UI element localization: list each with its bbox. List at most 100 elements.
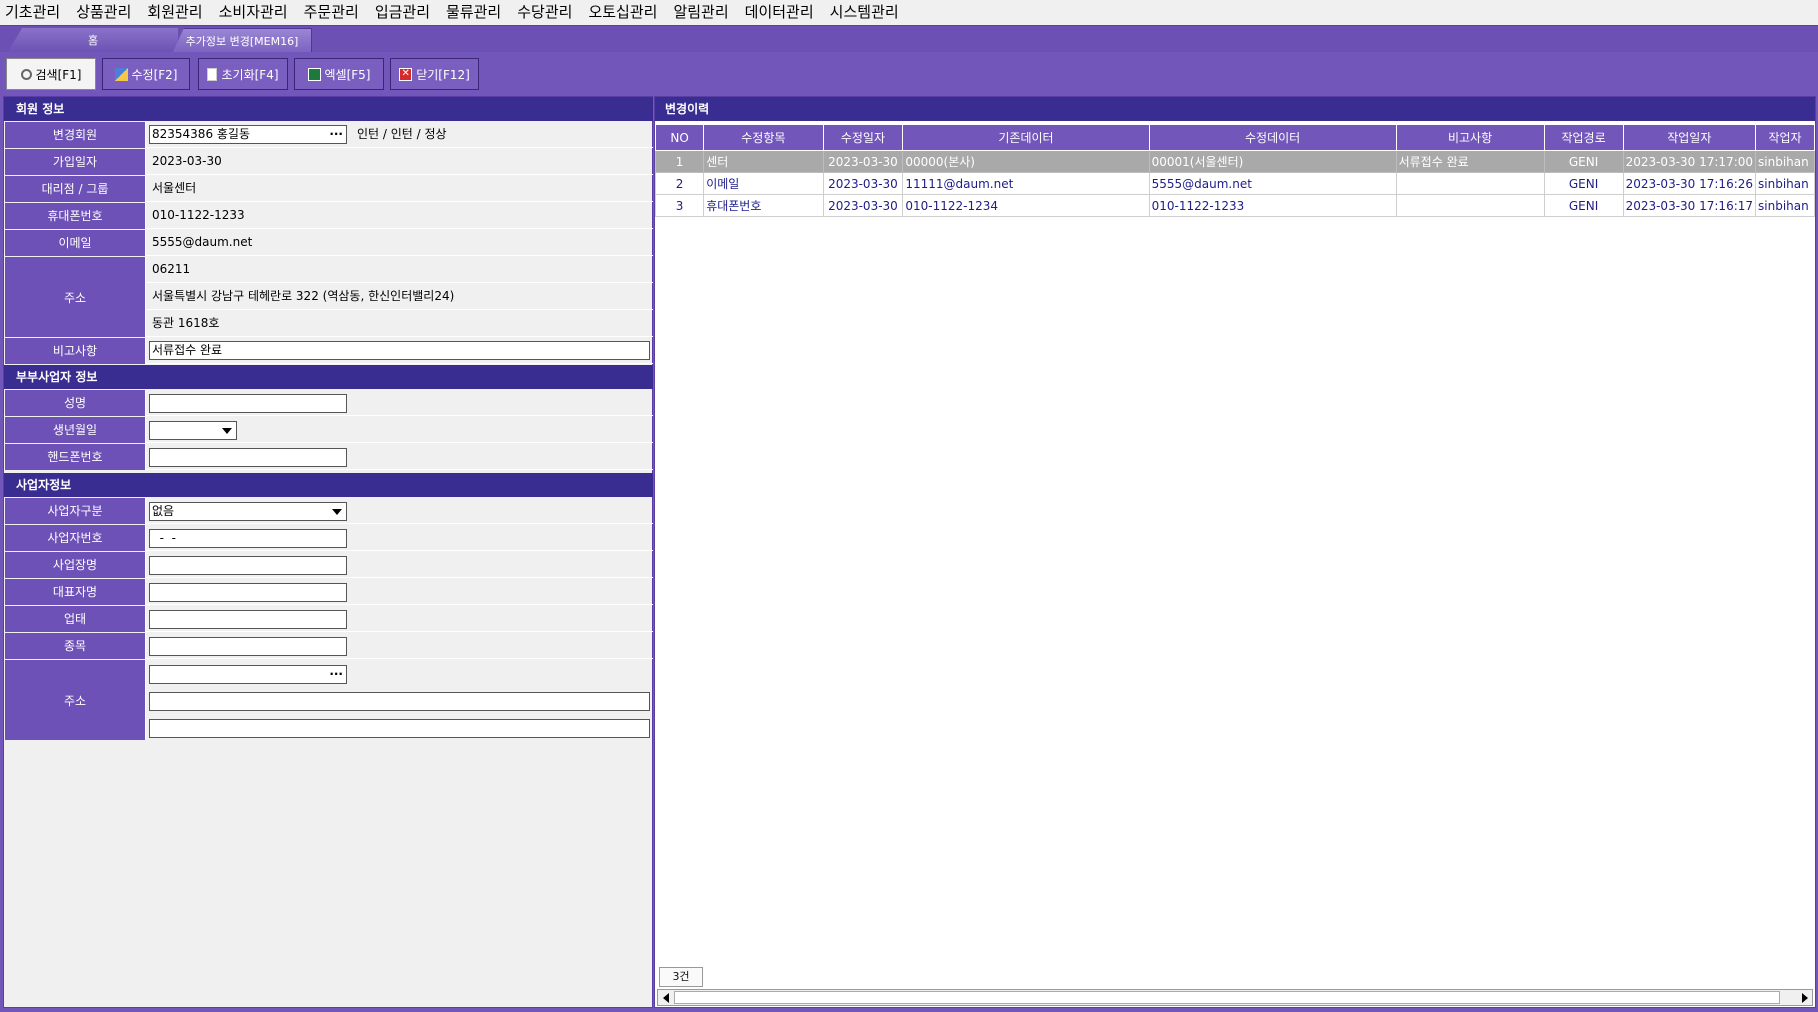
- table-row[interactable]: 2 이메일 2023-03-30 11111@daum.net 5555@dau…: [654, 172, 1815, 195]
- search-button-label: 검색[F1]: [35, 67, 82, 82]
- label-biz-name: 사업장명: [5, 552, 146, 578]
- col-new[interactable]: 수정데이터: [1148, 124, 1397, 151]
- menu-consumer[interactable]: 소비자관리: [211, 0, 296, 25]
- label-agency: 대리점 / 그룹: [5, 176, 146, 202]
- menu-system[interactable]: 시스템관리: [822, 0, 907, 25]
- close-icon: ✕: [399, 67, 413, 81]
- cell-path: GENI: [1543, 194, 1624, 217]
- label-item: 종목: [5, 633, 146, 659]
- tab-home[interactable]: 홈: [8, 28, 178, 52]
- biz-number-input[interactable]: - -: [149, 529, 347, 548]
- menu-deposit[interactable]: 입금관리: [367, 0, 438, 25]
- menu-allowance[interactable]: 수당관리: [509, 0, 580, 25]
- cell-work-date: 2023-03-30 17:16:17: [1622, 194, 1757, 217]
- item-input[interactable]: [149, 637, 347, 656]
- menu-logistics[interactable]: 물류관리: [438, 0, 509, 25]
- spouse-section-title: 부부사업자 정보: [4, 365, 653, 389]
- zip-value: 06211: [152, 262, 191, 276]
- menu-basic[interactable]: 기초관리: [0, 0, 68, 25]
- menu-data[interactable]: 데이터관리: [737, 0, 822, 25]
- scroll-thumb[interactable]: [674, 991, 1780, 1004]
- menu-notification[interactable]: 알림관리: [665, 0, 736, 25]
- horizontal-scrollbar[interactable]: [657, 989, 1813, 1006]
- edit-button[interactable]: 수정[F2]: [102, 58, 190, 90]
- edit-button-label: 수정[F2]: [131, 67, 178, 82]
- cell-new: 00001(서울센터): [1148, 150, 1397, 173]
- edit-icon: [114, 67, 128, 81]
- history-header-row: NO 수정항목 수정일자 기존데이터 수정데이터 비고사항 작업경로 작업일자 …: [654, 124, 1815, 151]
- address1-value: 서울특별시 강남구 테헤란로 322 (역삼동, 한신인터밸리24): [152, 289, 455, 303]
- spouse-phone-input[interactable]: [149, 448, 347, 467]
- label-spouse-name: 성명: [5, 390, 146, 416]
- search-button[interactable]: 검색[F1]: [6, 58, 96, 90]
- excel-button[interactable]: 엑셀[F5]: [294, 58, 384, 90]
- scroll-right-icon[interactable]: [1797, 990, 1812, 1005]
- col-path[interactable]: 작업경로: [1543, 124, 1624, 151]
- biz-type-value: 없음: [152, 504, 175, 518]
- col-work-date[interactable]: 작업일자: [1622, 124, 1757, 151]
- spouse-name-input[interactable]: [149, 394, 347, 413]
- cell-no: 2: [654, 172, 705, 195]
- cell-path: GENI: [1543, 172, 1624, 195]
- biz-type-select[interactable]: 없음: [149, 502, 347, 521]
- row-agency: 대리점 / 그룹 서울센터: [4, 176, 653, 202]
- row-mobile: 휴대폰번호 010-1122-1233: [4, 203, 653, 229]
- col-old[interactable]: 기존데이터: [902, 124, 1150, 151]
- member-value: 82354386 홍길동: [152, 127, 251, 141]
- row-biz-number: 사업자번호 - -: [4, 525, 653, 551]
- col-worker[interactable]: 작업자: [1755, 124, 1815, 151]
- toolbar: 검색[F1] 수정[F2] 초기화[F4] 엑셀[F5] ✕ 닫기[F12]: [0, 52, 1818, 96]
- spouse-birth-select[interactable]: [149, 421, 237, 440]
- col-date[interactable]: 수정일자: [822, 124, 904, 151]
- col-item[interactable]: 수정항목: [703, 124, 824, 151]
- biz-zip-input[interactable]: ···: [149, 665, 347, 684]
- note-input[interactable]: 서류접수 완료: [149, 341, 650, 360]
- label-biz-number: 사업자번호: [5, 525, 146, 551]
- label-ceo: 대표자명: [5, 579, 146, 605]
- ellipsis-icon[interactable]: ···: [329, 126, 343, 143]
- biz-address2-input[interactable]: [149, 719, 650, 738]
- tab-strip: 홈 추가정보 변경[MEM16]: [0, 25, 1818, 54]
- cell-item: 이메일: [703, 172, 824, 195]
- ceo-input[interactable]: [149, 583, 347, 602]
- row-spouse-name: 성명: [4, 390, 653, 416]
- label-join-date: 가입일자: [5, 149, 146, 175]
- tab-additional-info[interactable]: 추가정보 변경[MEM16]: [172, 28, 312, 54]
- category-input[interactable]: [149, 610, 347, 629]
- label-biz-type: 사업자구분: [5, 498, 146, 524]
- row-biz-name: 사업장명: [4, 552, 653, 578]
- col-no[interactable]: NO: [654, 124, 705, 151]
- record-count: 3건: [659, 967, 703, 987]
- scroll-left-icon[interactable]: [658, 990, 673, 1005]
- table-row[interactable]: 1 센터 2023-03-30 00000(본사) 00001(서울센터) 서류…: [654, 150, 1815, 173]
- close-button[interactable]: ✕ 닫기[F12]: [390, 58, 479, 90]
- row-biz-type: 사업자구분 없음: [4, 498, 653, 524]
- menu-order[interactable]: 주문관리: [296, 0, 367, 25]
- label-spouse-phone: 핸드폰번호: [5, 444, 146, 470]
- magnifier-icon: [20, 68, 32, 80]
- row-zip: 06211: [146, 257, 653, 283]
- join-date-value: 2023-03-30: [152, 154, 222, 168]
- cell-note: 서류접수 완료: [1395, 150, 1545, 173]
- menu-bar: 기초관리 상품관리 회원관리 소비자관리 주문관리 입금관리 물류관리 수당관리…: [0, 0, 1818, 25]
- history-panel: 변경이력 NO 수정항목 수정일자 기존데이터 수정데이터 비고사항 작업경로 …: [654, 96, 1816, 1008]
- biz-address1-input[interactable]: [149, 692, 650, 711]
- col-note[interactable]: 비고사항: [1395, 124, 1545, 151]
- cell-worker: sinbihan: [1755, 150, 1815, 173]
- member-field[interactable]: 82354386 홍길동 ···: [149, 125, 347, 144]
- menu-member[interactable]: 회원관리: [139, 0, 210, 25]
- cell-no: 3: [654, 194, 705, 217]
- table-row[interactable]: 3 휴대폰번호 2023-03-30 010-1122-1234 010-112…: [654, 194, 1815, 217]
- reset-button-label: 초기화[F4]: [221, 67, 279, 82]
- mobile-value: 010-1122-1233: [152, 208, 245, 222]
- menu-autoship[interactable]: 오토십관리: [580, 0, 665, 25]
- ellipsis-icon[interactable]: ···: [329, 666, 343, 683]
- biz-name-input[interactable]: [149, 556, 347, 575]
- reset-button[interactable]: 초기화[F4]: [198, 58, 288, 90]
- row-ceo: 대표자명: [4, 579, 653, 605]
- cell-old: 11111@daum.net: [902, 172, 1150, 195]
- member-status: 인턴 / 인턴 / 정상: [357, 127, 447, 141]
- cell-date: 2023-03-30: [822, 172, 904, 195]
- menu-product[interactable]: 상품관리: [68, 0, 139, 25]
- cell-old: 00000(본사): [902, 150, 1150, 173]
